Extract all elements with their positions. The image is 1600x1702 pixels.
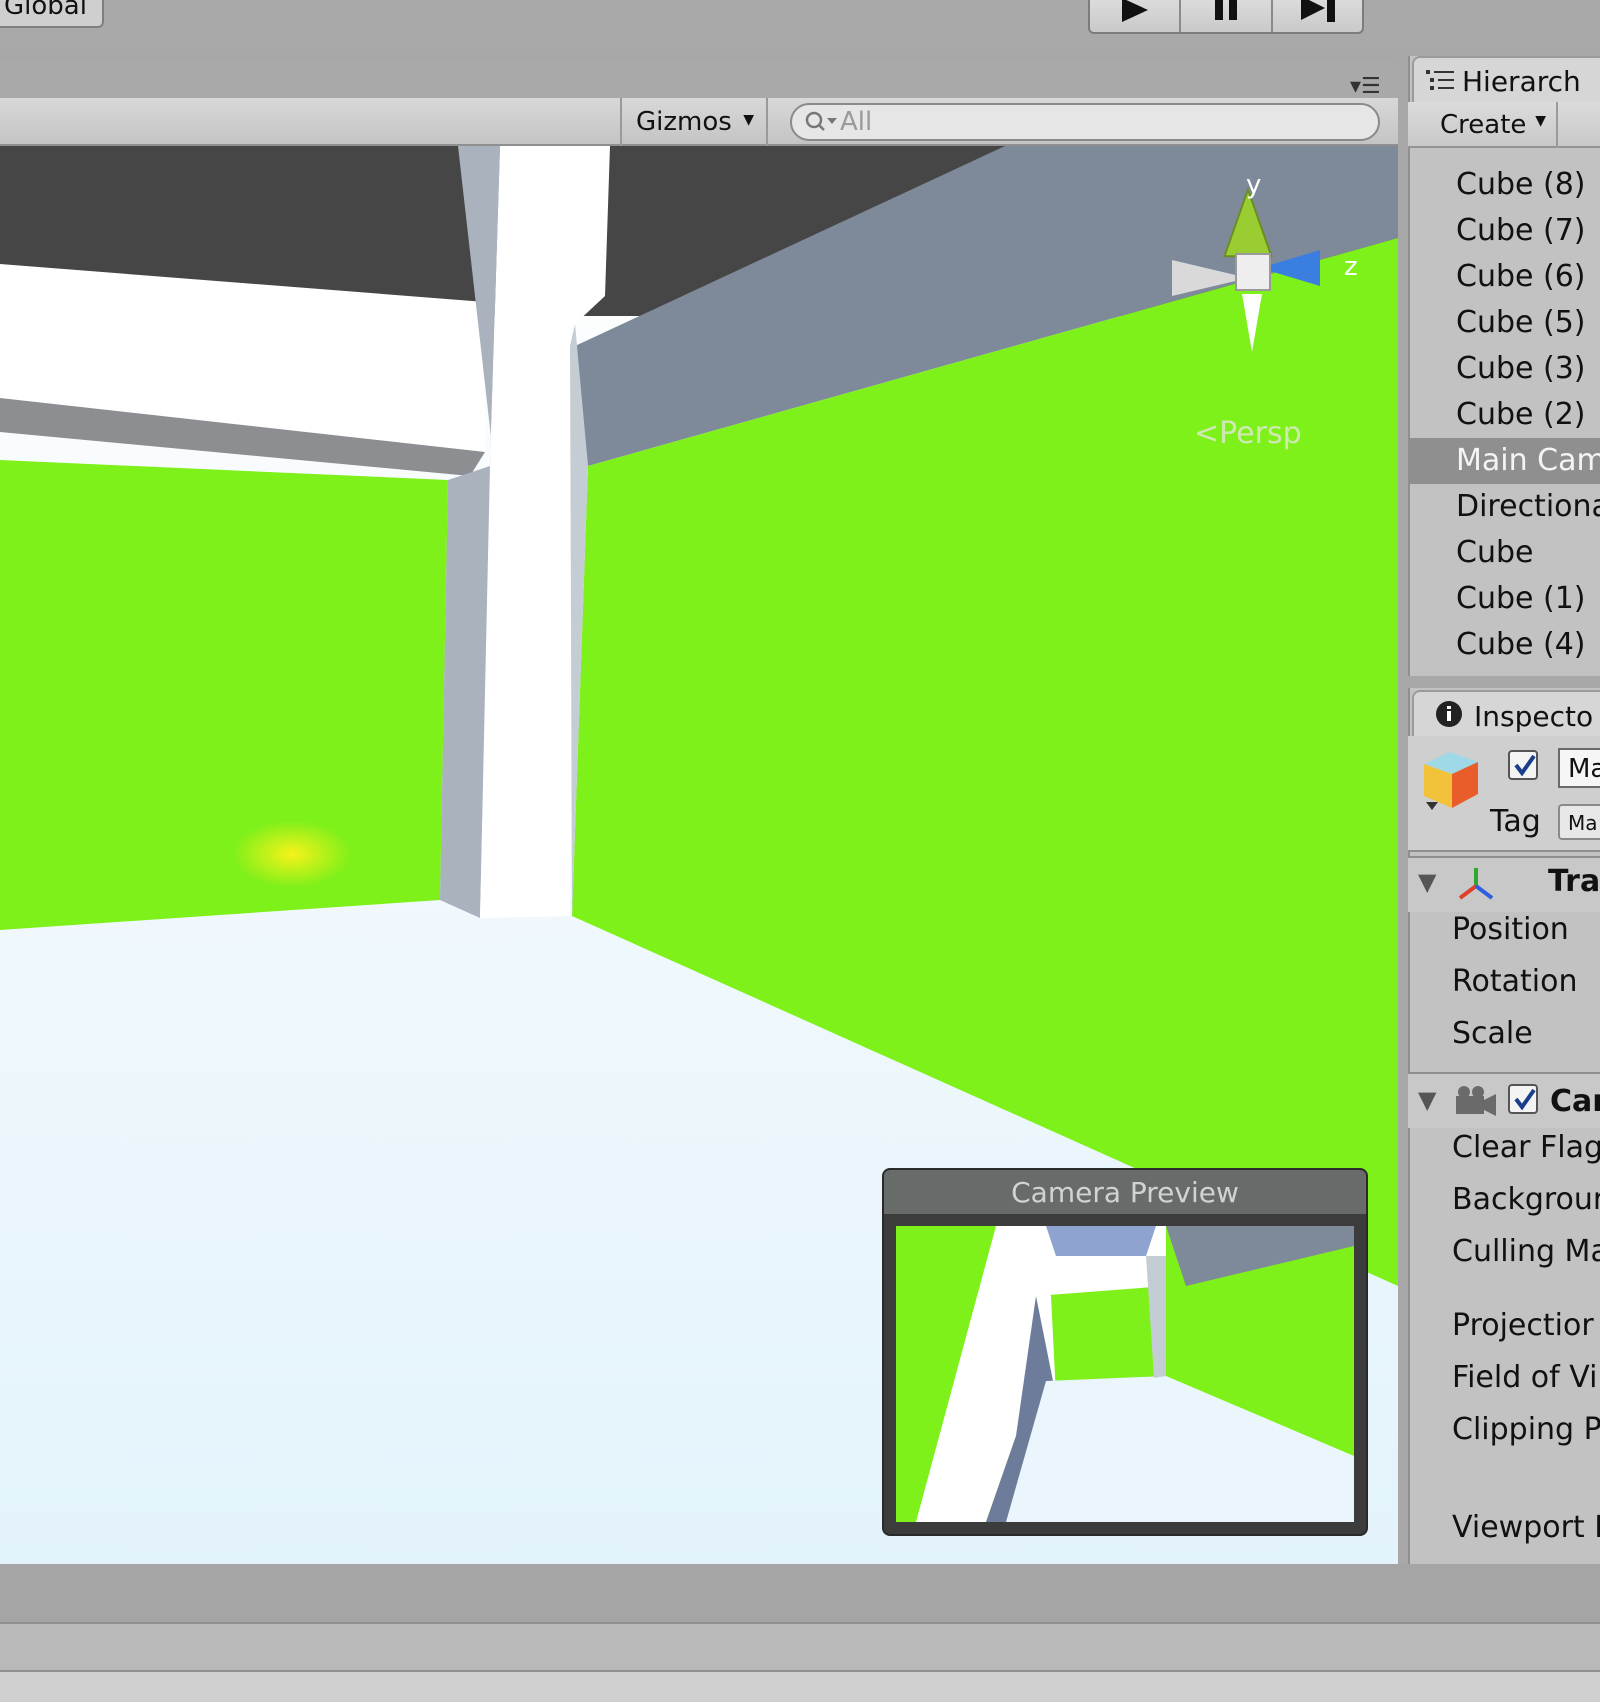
field-of-view-label: Field of Vi [1452, 1360, 1598, 1395]
camera-enabled-checkbox[interactable] [1508, 1084, 1538, 1114]
gizmos-label: Gizmos [636, 107, 732, 137]
position-label: Position [1452, 912, 1569, 947]
checkmark-icon [1514, 1088, 1536, 1111]
list-item[interactable]: Cube (4) [1410, 622, 1600, 668]
culling-mask-label: Culling Ma [1452, 1234, 1600, 1269]
scene-search-input[interactable]: All [790, 103, 1380, 141]
rotation-label: Rotation [1452, 964, 1578, 999]
gameobject-cube-icon [1424, 752, 1478, 810]
viewport-rect-label: Viewport I [1452, 1510, 1600, 1545]
list-item[interactable]: Cube (5) [1410, 300, 1600, 346]
gizmos-dropdown[interactable]: Gizmos ▼ [620, 98, 768, 146]
dropdown-caret-icon: ▼ [1535, 113, 1546, 129]
tab-inspector[interactable]: Inspecto [1412, 690, 1600, 736]
active-checkbox[interactable] [1508, 750, 1538, 780]
play-icon [1122, 0, 1148, 22]
bottom-toolbar [0, 1622, 1600, 1672]
tag-dropdown[interactable]: Ma [1558, 804, 1600, 840]
inspector-tab-label: Inspecto [1474, 700, 1594, 733]
camera-title: Car [1550, 1084, 1600, 1119]
clear-flags-label: Clear Flag [1452, 1130, 1600, 1165]
list-item-selected[interactable]: Main Cam [1410, 438, 1600, 484]
panel-menu-icon[interactable]: ▾☰ [1350, 74, 1381, 99]
camera-preview: Camera Preview [884, 1170, 1366, 1534]
hierarchy-tab-label: Hierarch [1462, 65, 1581, 98]
list-item[interactable]: Cube (2) [1410, 392, 1600, 438]
play-button[interactable] [1090, 0, 1182, 32]
step-button[interactable] [1273, 0, 1362, 32]
list-icon [1426, 70, 1454, 90]
projection-toggle[interactable]: <Persp [1194, 416, 1302, 451]
projection-label: Projectior [1452, 1308, 1594, 1343]
list-item[interactable]: Cube [1410, 530, 1600, 576]
tab-hierarchy[interactable]: Hierarch [1412, 56, 1600, 102]
pause-icon [1215, 0, 1238, 20]
transform-title: Tra [1548, 864, 1600, 899]
dropdown-caret-icon: ▼ [743, 112, 754, 128]
camera-preview-title: Camera Preview [884, 1170, 1366, 1214]
list-item[interactable]: Cube (8) [1410, 162, 1600, 208]
list-item[interactable]: Directiona [1410, 484, 1600, 530]
camera-icon [1456, 1086, 1496, 1116]
list-item[interactable]: Cube (6) [1410, 254, 1600, 300]
axis-y-label: y [1246, 170, 1262, 200]
global-label: Global [4, 0, 87, 21]
projection-label: Persp [1219, 416, 1302, 451]
foldout-arrow-icon[interactable]: ▼ [1418, 1086, 1436, 1114]
status-bar [0, 1672, 1600, 1702]
transform-icon [1458, 868, 1494, 900]
tag-label: Tag [1490, 804, 1541, 839]
list-item[interactable]: Cube (3) [1410, 346, 1600, 392]
search-icon [805, 111, 837, 131]
chevron-left-icon: < [1194, 416, 1220, 451]
background-label: Backgrour [1452, 1182, 1600, 1217]
panel-divider [0, 1564, 1600, 1622]
create-label: Create [1440, 110, 1527, 140]
search-placeholder: All [840, 107, 873, 137]
checkmark-icon [1514, 754, 1536, 777]
info-icon [1436, 701, 1462, 727]
create-dropdown[interactable]: Create ▼ [1424, 102, 1558, 148]
pause-button[interactable] [1181, 0, 1273, 32]
axis-z-label: z [1344, 252, 1358, 282]
step-icon [1300, 0, 1335, 22]
clipping-planes-label: Clipping P [1452, 1412, 1600, 1447]
camera-preview-image [896, 1226, 1354, 1522]
foldout-arrow-icon[interactable]: ▼ [1418, 868, 1436, 896]
list-item[interactable]: Cube (1) [1410, 576, 1600, 622]
list-item[interactable]: Cube (7) [1410, 208, 1600, 254]
scale-label: Scale [1452, 1016, 1533, 1051]
scene-tab-bar [0, 60, 1398, 98]
playback-controls [1088, 0, 1364, 34]
object-name-field[interactable]: Ma [1558, 748, 1600, 788]
pivot-rotation-toggle[interactable]: Global [0, 0, 104, 28]
